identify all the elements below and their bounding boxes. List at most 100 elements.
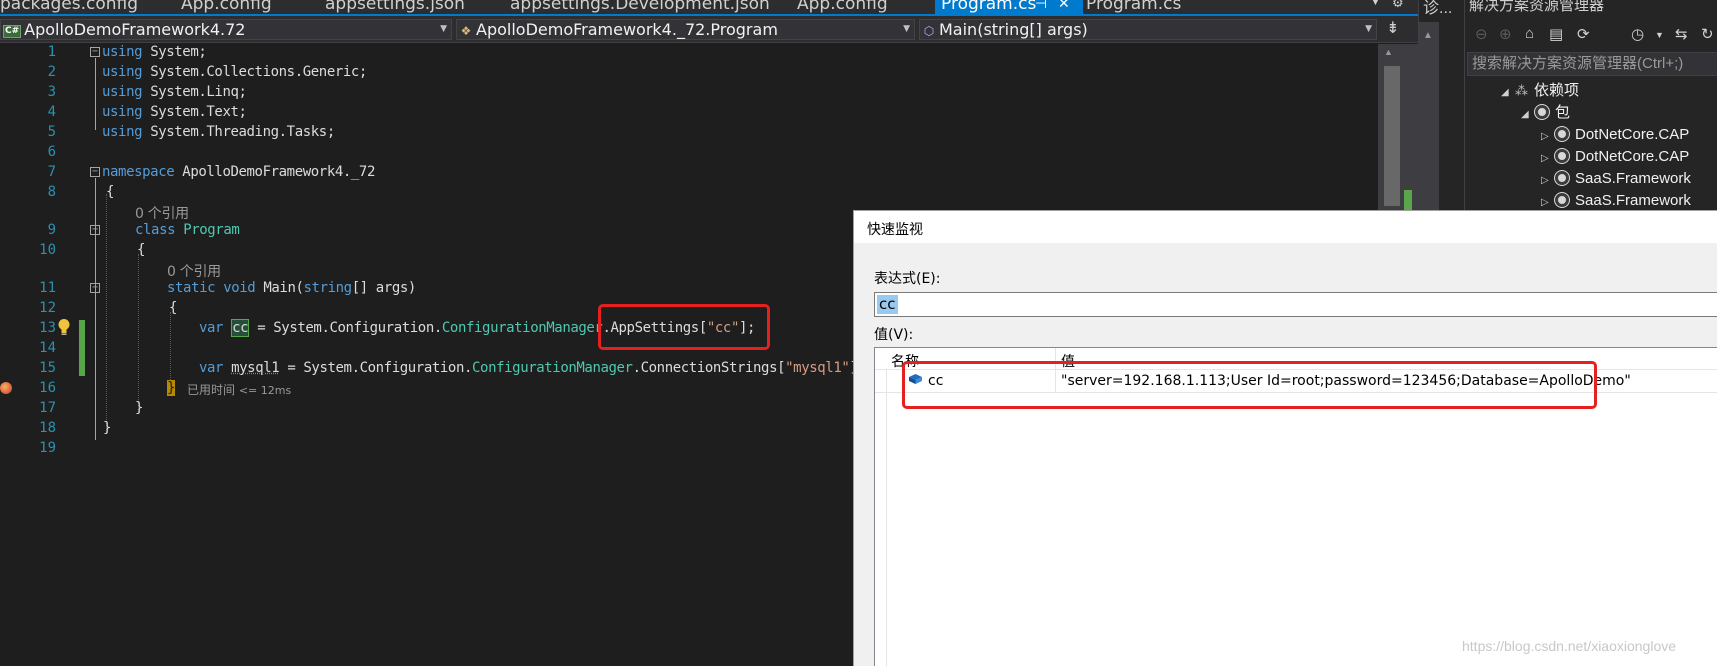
type-dropdown[interactable]: ❖ ApolloDemoFramework4._72.Program ▼ [456, 19, 915, 40]
annotation-box-code [598, 304, 770, 350]
tree-item-package[interactable]: ▷ DotNetCore.CAP [1541, 124, 1689, 146]
namespace-ref: System; [150, 44, 207, 60]
line-number: 4 [47, 104, 56, 120]
collapse-icon[interactable]: − [90, 167, 100, 177]
value-label: 值(V): [874, 327, 914, 343]
tab-program-cs-preview[interactable]: Program.cs [1086, 0, 1181, 14]
collapse-icon[interactable]: − [90, 47, 100, 57]
member-name: Main(string[] args) [939, 20, 1088, 39]
tab-label: Program.cs [941, 0, 1037, 14]
expanded-icon[interactable]: ◢ [1501, 82, 1515, 104]
execution-pointer-icon[interactable] [0, 382, 12, 394]
keyword: string [303, 280, 353, 296]
tree-item-label: 依赖项 [1534, 82, 1580, 99]
keyword: static void [167, 280, 256, 296]
code-text: . [632, 360, 641, 376]
project-dropdown[interactable]: C# ApolloDemoFramework4.72 ▼ [0, 19, 452, 40]
code-line-17: } [135, 400, 144, 416]
code-line-16: } [167, 380, 175, 396]
tree-item-label: DotNetCore.CAP [1575, 148, 1690, 165]
close-icon[interactable]: ✕ [1058, 0, 1070, 12]
tab-app-config[interactable]: App.config [181, 0, 272, 14]
code-line-18: } [103, 420, 112, 436]
collapsed-icon[interactable]: ▷ [1541, 192, 1555, 210]
line-number: 9 [47, 222, 56, 238]
collapsed-icon[interactable]: ▷ [1541, 126, 1555, 148]
expression-input[interactable]: cc [874, 292, 1717, 317]
sync-icon[interactable]: ⇆ [1675, 25, 1688, 43]
chevron-down-icon[interactable]: ▼ [1655, 30, 1664, 40]
collapse-icon[interactable]: − [90, 283, 100, 293]
tab-packages-config[interactable]: packages.config [0, 0, 138, 14]
tree-item-label: 包 [1555, 104, 1571, 121]
line-number: 8 [47, 184, 56, 200]
namespace-ref: System.Threading.Tasks; [150, 124, 335, 140]
code-line-11: static void Main(string[] args) [167, 280, 416, 296]
line-number: 7 [47, 164, 56, 180]
expression-label: 表达式(E): [874, 271, 941, 287]
tab-appsettings-development-json[interactable]: appsettings.Development.json [510, 0, 770, 14]
keyword: using [102, 104, 143, 120]
package-icon [1555, 193, 1569, 207]
package-icon [1555, 171, 1569, 185]
back-icon[interactable]: ⊖ [1475, 25, 1488, 43]
line-number: 6 [47, 144, 56, 160]
dialog-titlebar[interactable]: 快速监视 [854, 211, 1717, 243]
class-scope: ApolloDemoFramework4._72.Program [476, 20, 778, 39]
namespace-ref: System.Collections.Generic; [150, 64, 367, 80]
tree-item-package[interactable]: ▷ SaaS.Framework [1541, 190, 1691, 210]
keyword: var [199, 320, 224, 336]
document-tab-strip: packages.config App.config appsettings.j… [0, 0, 1418, 16]
solution-explorer: 解决方案资源管理器 ⊖ ⊕ ⌂ ▤ ⟳ ◷ ▼ ⇆ ↻ 搜索解决方案资源管理器(… [1464, 0, 1717, 210]
panel-scrollbar[interactable] [1419, 22, 1439, 210]
forward-icon[interactable]: ⊕ [1499, 25, 1512, 43]
switch-views-icon[interactable]: ▤ [1549, 25, 1563, 43]
tab-app-config-2[interactable]: App.config [797, 0, 888, 14]
line-number: 1 [47, 44, 56, 60]
scrollbar-thumb[interactable] [1384, 66, 1400, 206]
change-marker [1404, 190, 1412, 210]
split-window-icon[interactable]: ⇟ [1382, 19, 1404, 39]
pending-changes-icon[interactable]: ⟳ [1577, 25, 1590, 43]
code-line-2: using System.Collections.Generic; [102, 64, 367, 80]
keyword: namespace [102, 164, 175, 180]
editor-scrollbar[interactable]: ▲ [1378, 44, 1418, 210]
panel-title[interactable]: 诊... [1423, 0, 1452, 18]
collapsed-icon[interactable]: ▷ [1541, 148, 1555, 170]
tree-item-packages[interactable]: ◢ 包 [1521, 102, 1570, 124]
line-number: 19 [39, 440, 56, 456]
keyword: using [102, 84, 143, 100]
line-number: 15 [39, 360, 56, 376]
lightbulb-icon[interactable] [57, 318, 71, 336]
member-dropdown[interactable]: ⬡ Main(string[] args) ▼ [919, 19, 1377, 40]
project-name: ApolloDemoFramework4.72 [24, 20, 246, 39]
expanded-icon[interactable]: ◢ [1521, 104, 1535, 126]
variable-cc-highlighted[interactable]: cc [231, 319, 250, 337]
scroll-up-icon[interactable]: ▲ [1423, 30, 1433, 41]
tree-item-dependencies[interactable]: ◢ ⁂ 依赖项 [1501, 80, 1579, 102]
method-icon: ⬡ [923, 24, 935, 38]
pin-icon[interactable]: ⊣ [1035, 0, 1047, 12]
code-line-1: using System; [102, 44, 207, 60]
change-bar [79, 320, 85, 376]
solution-search-input[interactable]: 搜索解决方案资源管理器(Ctrl+;) [1467, 52, 1717, 76]
scroll-up-icon[interactable]: ▲ [1384, 47, 1393, 57]
tab-overflow-icon[interactable]: ▼ [1370, 0, 1381, 8]
tab-appsettings-json[interactable]: appsettings.json [325, 0, 465, 14]
collapsed-icon[interactable]: ▷ [1541, 170, 1555, 192]
tree-item-package[interactable]: ▷ SaaS.Framework [1541, 168, 1691, 190]
tree-item-package[interactable]: ▷ DotNetCore.CAP [1541, 146, 1689, 168]
history-icon[interactable]: ◷ [1631, 25, 1644, 43]
collapse-icon[interactable]: − [90, 225, 100, 235]
watermark: https://blog.csdn.net/xiaoxionglove [1462, 638, 1677, 654]
refresh-icon[interactable]: ↻ [1701, 25, 1714, 43]
gear-icon[interactable]: ⚙ [1392, 0, 1404, 11]
home-icon[interactable]: ⌂ [1525, 25, 1534, 42]
codelens-references[interactable]: 0 个引用 [135, 203, 189, 223]
codelens-references[interactable]: 0 个引用 [167, 261, 221, 281]
line-number: 11 [39, 280, 56, 296]
keyword: using [102, 44, 143, 60]
perf-value: <= 12ms [238, 384, 292, 397]
line-number: 18 [39, 420, 56, 436]
line-number: 14 [39, 340, 56, 356]
